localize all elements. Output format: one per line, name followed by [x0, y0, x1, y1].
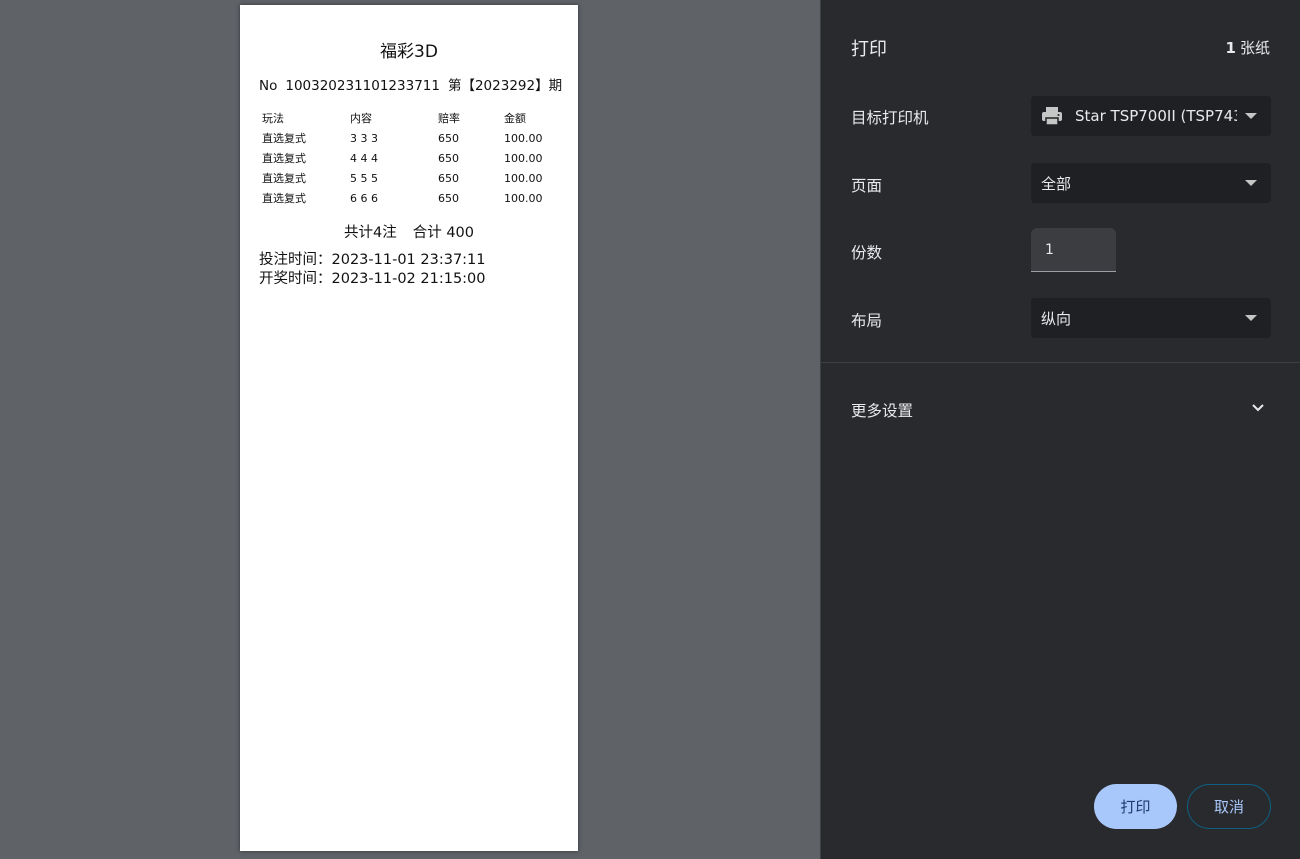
column-header: 金额: [504, 112, 526, 125]
column-header: 赔率: [438, 112, 460, 125]
print-preview-area: 福彩3D No 100320231101233711 第【2023292】期 玩法 …: [0, 0, 820, 859]
receipt-period: 第【2023292】期: [447, 78, 563, 94]
sheet-count-unit: 张纸: [1239, 39, 1270, 57]
bet-total: 合计 400: [412, 225, 475, 241]
destination-value: Star TSP700II (TSP743I: [1075, 107, 1237, 125]
draw-time-line: 开奖时间：2023-11-02 21:15:00: [259, 267, 486, 288]
table-row: 直选复式 4 4 4 650 100.00: [262, 148, 562, 168]
divider: [821, 362, 1300, 363]
receipt-no-label: No: [259, 78, 278, 94]
cell-odds: 650: [438, 171, 459, 185]
chevron-down-icon: [1251, 400, 1265, 414]
cell-content: 5 5 5: [350, 171, 378, 185]
cell-play: 直选复式: [262, 132, 306, 145]
column-header: 内容: [350, 112, 372, 125]
cancel-button[interactable]: 取消: [1187, 784, 1271, 829]
print-settings-panel: 打印 1 张纸 目标打印机 Star TSP700II (TSP743I 页面 全…: [820, 0, 1300, 859]
receipt-page: 福彩3D No 100320231101233711 第【2023292】期 玩法 …: [240, 5, 578, 851]
draw-time-label: 开奖时间：: [259, 271, 332, 287]
dropdown-arrow-icon: [1245, 113, 1257, 119]
panel-title: 打印: [851, 39, 887, 60]
bet-count: 共计4注: [343, 225, 397, 241]
bet-table-header: 玩法 内容 赔率 金额: [262, 108, 562, 128]
cell-odds: 650: [438, 151, 459, 165]
bet-time-line: 投注时间：2023-11-01 23:37:11: [259, 248, 486, 269]
more-settings-toggle[interactable]: 更多设置: [821, 385, 1300, 433]
receipt-number-line: No 100320231101233711 第【2023292】期: [259, 74, 570, 94]
column-header: 玩法: [262, 112, 284, 125]
cell-odds: 650: [438, 191, 459, 205]
print-button[interactable]: 打印: [1094, 784, 1177, 829]
copies-input[interactable]: 1: [1031, 228, 1116, 272]
receipt-title: 福彩3D: [380, 42, 438, 62]
destination-select[interactable]: Star TSP700II (TSP743I: [1031, 96, 1271, 136]
copies-label: 份数: [851, 244, 883, 262]
cell-amount: 100.00: [504, 151, 543, 165]
table-row: 直选复式 6 6 6 650 100.00: [262, 188, 562, 208]
sheet-count-number: 1: [1225, 39, 1236, 57]
table-row: 直选复式 5 5 5 650 100.00: [262, 168, 562, 188]
more-settings-label: 更多设置: [851, 402, 914, 420]
pages-value: 全部: [1041, 174, 1072, 193]
cell-amount: 100.00: [504, 131, 543, 145]
table-row: 直选复式 3 3 3 650 100.00: [262, 128, 562, 148]
layout-select[interactable]: 纵向: [1031, 298, 1271, 338]
pages-select[interactable]: 全部: [1031, 163, 1271, 203]
printer-icon: [1041, 106, 1063, 126]
bet-time-value: 2023-11-01 23:37:11: [331, 252, 486, 268]
cell-play: 直选复式: [262, 152, 306, 165]
receipt-summary: 共计4注 合计 400: [240, 221, 578, 242]
bet-time-label: 投注时间：: [259, 252, 332, 268]
dropdown-arrow-icon: [1245, 315, 1257, 321]
dropdown-arrow-icon: [1245, 180, 1257, 186]
cell-amount: 100.00: [504, 191, 543, 205]
receipt-no-value: 100320231101233711: [285, 78, 440, 94]
layout-label: 布局: [851, 312, 883, 330]
cell-content: 4 4 4: [350, 151, 378, 165]
cell-content: 3 3 3: [350, 131, 378, 145]
layout-value: 纵向: [1041, 309, 1072, 328]
cell-amount: 100.00: [504, 171, 543, 185]
cell-play: 直选复式: [262, 192, 306, 205]
cell-odds: 650: [438, 131, 459, 145]
sheet-count: 1 张纸: [1226, 37, 1270, 58]
draw-time-value: 2023-11-02 21:15:00: [331, 271, 486, 287]
destination-label: 目标打印机: [851, 109, 929, 127]
pages-label: 页面: [851, 177, 883, 195]
cell-content: 6 6 6: [350, 191, 378, 205]
cell-play: 直选复式: [262, 172, 306, 185]
bet-table: 玩法 内容 赔率 金额 直选复式 3 3 3 650 100.00 直选复式 4…: [262, 108, 562, 208]
